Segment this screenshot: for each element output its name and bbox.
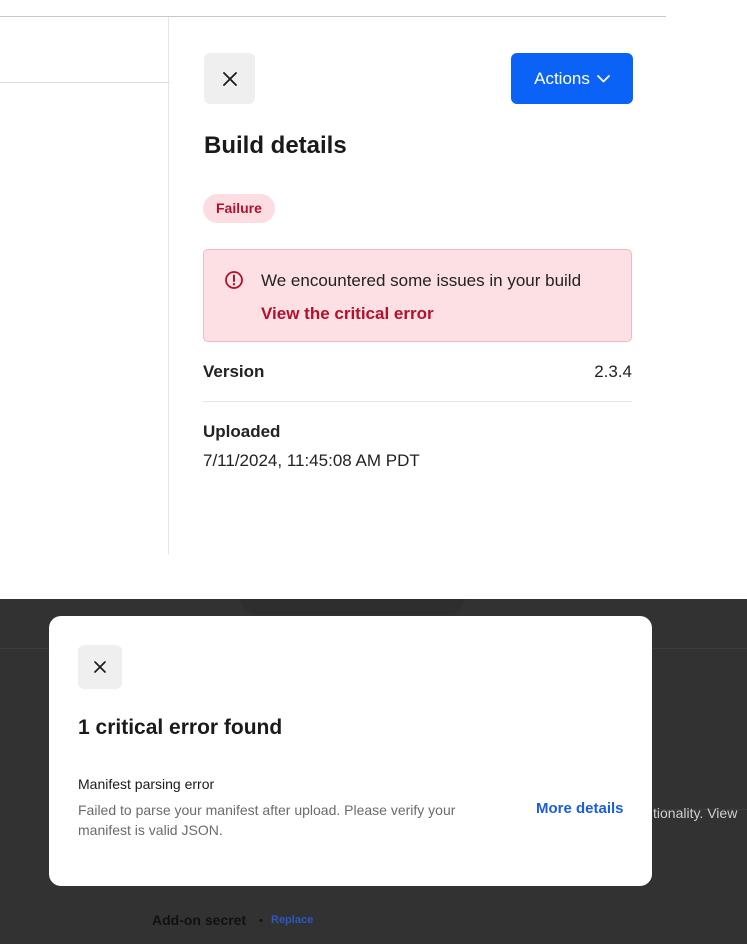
top-divider [0,16,666,17]
modal-title: 1 critical error found [78,716,283,739]
alert-circle-icon [225,271,243,289]
version-label: Version [203,362,265,381]
critical-error-modal [49,616,652,886]
alert-message: We encountered some issues in your build [261,271,582,290]
uploaded-label: Uploaded [203,422,281,441]
status-badge: Failure [203,194,275,223]
content-divider [0,82,170,83]
version-value: 2.3.4 [594,362,632,381]
separator-dot: • [259,915,263,927]
more-details-link[interactable]: More details [536,800,624,817]
view-critical-error-link[interactable]: View the critical error [261,304,434,324]
add-on-secret-label: Add-on secret [152,912,247,928]
replace-link: Replace [271,914,314,926]
uploaded-value: 7/11/2024, 11:45:08 AM PDT [203,451,420,470]
panel-border [168,17,169,554]
chevron-down-icon [596,74,610,82]
error-description: Failed to parse your manifest after uplo… [78,802,456,838]
background-text: tionality. View [653,805,738,821]
panel-title: Build details [204,132,347,159]
close-icon [222,71,237,86]
background-pill [240,599,465,615]
close-icon [94,661,106,673]
error-title: Manifest parsing error [78,776,215,792]
error-alert: We encountered some issues in your build… [203,249,632,342]
close-modal-button[interactable] [78,645,122,689]
close-panel-button[interactable] [204,53,255,104]
actions-button[interactable]: Actions [511,53,633,104]
actions-button-label: Actions [534,68,590,88]
row-divider [203,401,632,402]
